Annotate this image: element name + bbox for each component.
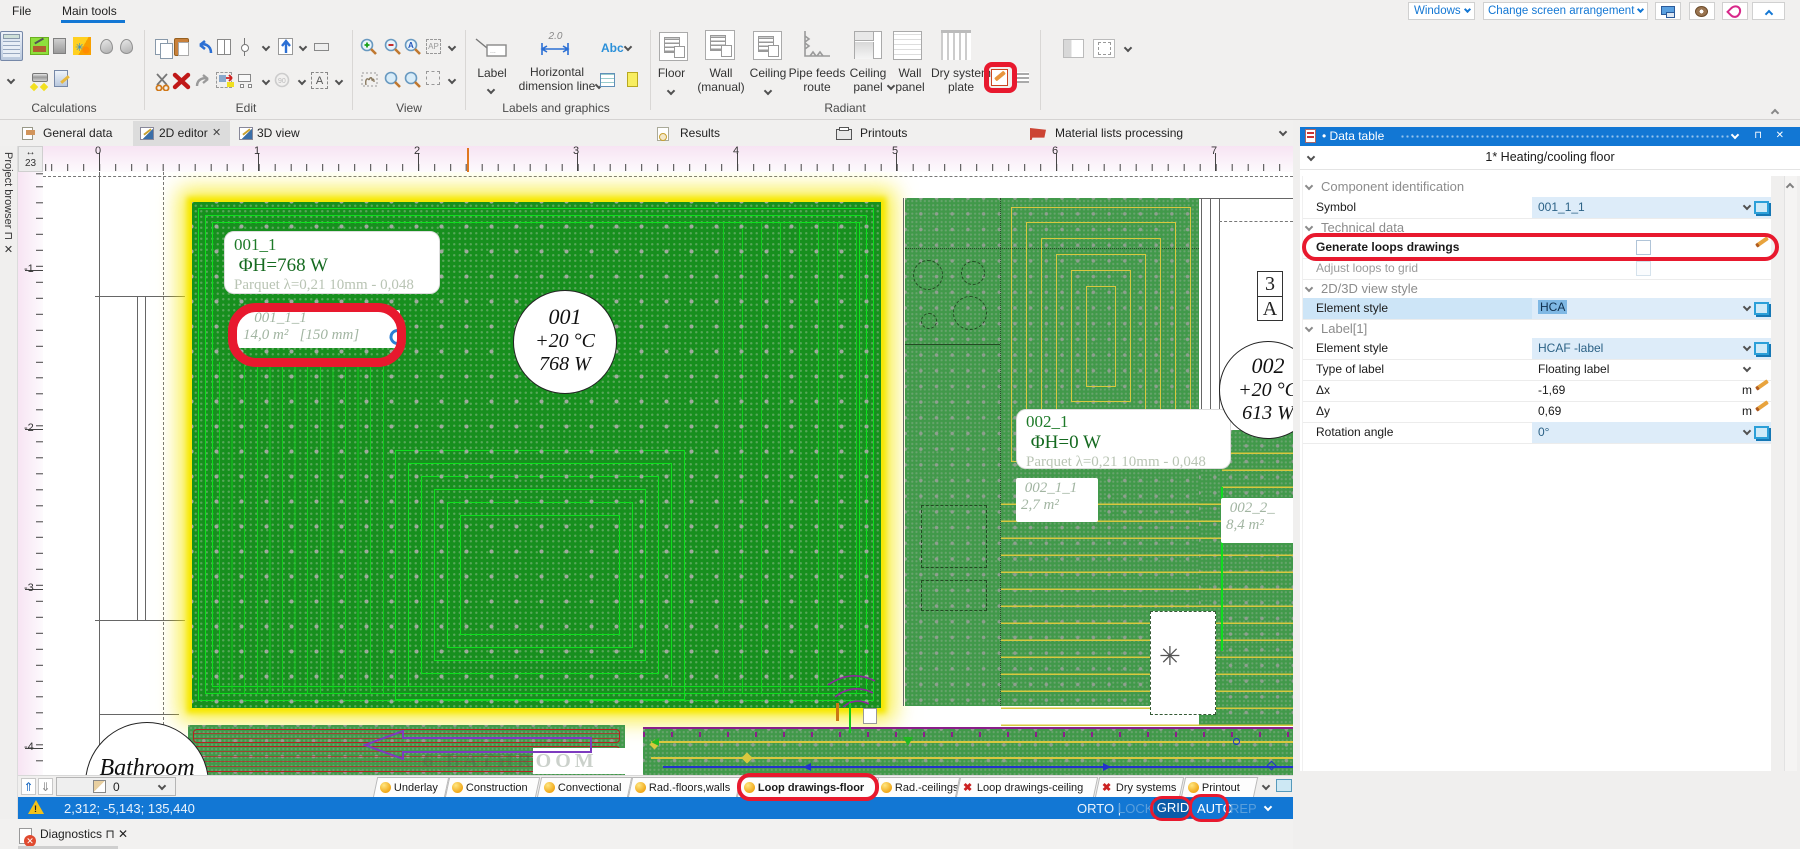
svg-text:...: ... bbox=[490, 48, 496, 55]
svg-text:90: 90 bbox=[278, 78, 286, 85]
svg-text:A: A bbox=[408, 41, 414, 50]
